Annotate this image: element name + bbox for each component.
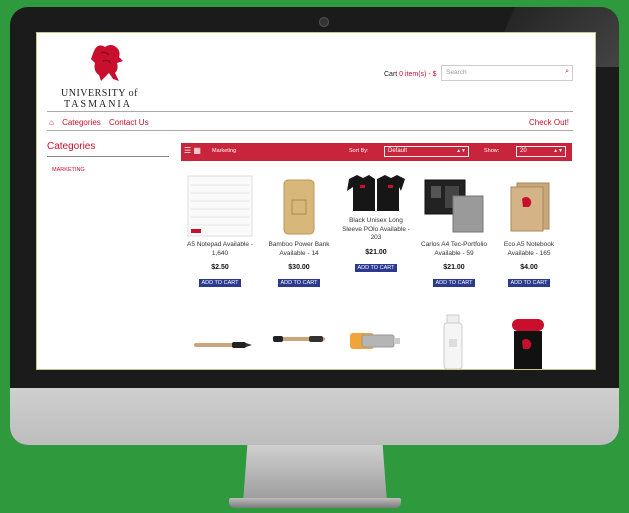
search-input[interactable]: Search ⌕: [441, 65, 573, 81]
pen-image[interactable]: [271, 334, 327, 344]
add-to-cart-button[interactable]: ADD TO CART: [198, 279, 242, 287]
polo-shirt-image[interactable]: [345, 173, 407, 213]
search-placeholder: Search: [446, 69, 467, 76]
cart-label: Cart: [384, 71, 400, 78]
lion-crest-icon: [91, 45, 123, 81]
product-name[interactable]: Eco A5 Notebook Available - 165: [493, 241, 565, 258]
product-card: Eco A5 Notebook Available - 165 $4.00 AD…: [493, 241, 565, 289]
water-bottle-image[interactable]: [442, 313, 464, 369]
divider: [47, 156, 169, 157]
usb-drive-image[interactable]: [348, 331, 404, 351]
select-arrow-icon: ▲▼: [553, 148, 563, 154]
monitor-chin: [10, 388, 619, 445]
monitor-stand: [243, 445, 387, 503]
divider: [47, 111, 573, 112]
show-value: 20: [520, 148, 527, 154]
nav-categories[interactable]: Categories: [62, 118, 101, 127]
divider: [47, 130, 573, 131]
camera: [319, 17, 329, 27]
sort-by-value: Default: [388, 148, 408, 154]
grid-view-icon[interactable]: ▦: [193, 146, 201, 155]
product-price: $21.00: [365, 248, 387, 256]
show-label: Show:: [484, 148, 500, 154]
cart-summary[interactable]: Cart 0 item(s) - $: [384, 71, 437, 78]
home-icon[interactable]: ⌂: [49, 118, 54, 127]
view-toggle: ☰ ▦: [184, 146, 201, 155]
product-name[interactable]: Carlos A4 Tec-Portfolio Available - 59: [418, 241, 490, 258]
sidebar-title: Categories: [47, 141, 96, 152]
product-price: $2.50: [211, 264, 229, 271]
select-arrow-icon: ▲▼: [456, 148, 466, 154]
main-nav: ⌂ Categories Contact Us: [49, 118, 155, 127]
product-price: $4.00: [520, 264, 538, 271]
web-page: UNIVERSITY of TASMANIA Cart 0 item(s) - …: [36, 32, 596, 370]
coffee-cup-image[interactable]: [508, 317, 548, 369]
tasmania-name: TASMANIA: [64, 99, 132, 110]
university-logo[interactable]: UNIVERSITY of TASMANIA: [61, 41, 161, 111]
notepad-image[interactable]: [187, 175, 253, 237]
product-price: $21.00: [443, 264, 465, 271]
portfolio-image[interactable]: [423, 178, 487, 234]
eco-notebook-image[interactable]: [509, 181, 551, 233]
product-card: Black Unisex Long Sleeve POlo Available …: [340, 217, 412, 274]
power-bank-image[interactable]: [282, 178, 316, 236]
sidebar-item-marketing[interactable]: MARKETING: [52, 167, 85, 173]
add-to-cart-button[interactable]: ADD TO CART: [354, 263, 398, 272]
monitor-base: [229, 498, 401, 508]
category-label: Marketing: [212, 148, 237, 154]
product-card: Carlos A4 Tec-Portfolio Available - 59 $…: [418, 241, 490, 289]
add-to-cart-button[interactable]: ADD TO CART: [277, 279, 321, 287]
cart-count: 0 item(s) - $: [399, 71, 437, 78]
product-name[interactable]: Bamboo Power Bank Available - 14: [263, 241, 335, 258]
pen-image[interactable]: [192, 340, 254, 350]
show-select[interactable]: 20 ▲▼: [516, 146, 566, 157]
product-toolbar: ☰ ▦ Marketing Sort By: Default ▲▼ Show: …: [181, 143, 572, 161]
add-to-cart-button[interactable]: ADD TO CART: [507, 279, 551, 287]
product-name[interactable]: Black Unisex Long Sleeve POlo Available …: [340, 217, 412, 243]
university-name: UNIVERSITY of: [61, 88, 138, 99]
checkout-link[interactable]: Check Out!: [529, 118, 569, 127]
nav-contact-us[interactable]: Contact Us: [109, 118, 149, 127]
product-name[interactable]: A5 Notepad Available - 1,640: [184, 241, 256, 258]
sort-by-label: Sort By:: [349, 148, 369, 154]
sort-by-select[interactable]: Default ▲▼: [384, 146, 469, 157]
product-price: $30.00: [288, 264, 310, 271]
add-to-cart-button[interactable]: ADD TO CART: [432, 279, 476, 287]
search-icon[interactable]: ⌕: [565, 68, 569, 76]
product-card: A5 Notepad Available - 1,640 $2.50 ADD T…: [184, 241, 256, 289]
list-view-icon[interactable]: ☰: [184, 146, 191, 155]
product-card: Bamboo Power Bank Available - 14 $30.00 …: [263, 241, 335, 289]
